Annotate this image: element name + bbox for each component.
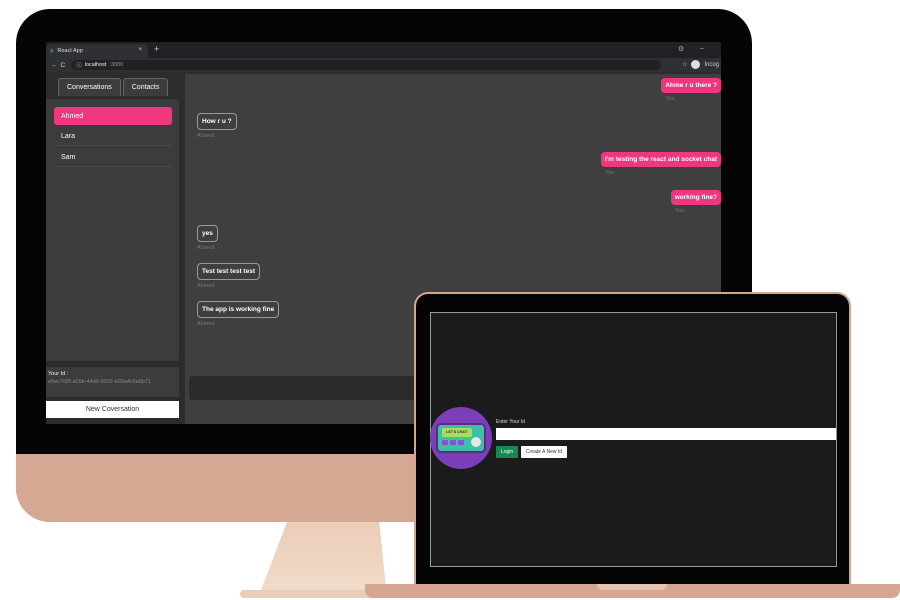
message-incoming: The app is working fine Ahmed [197,298,280,327]
reload-icon[interactable]: C [61,62,66,69]
tab-contacts[interactable]: Contacts [122,78,169,96]
profile-label: Incog [704,61,719,68]
message-bubble: yes [197,225,218,242]
laptop: LET'S CHAT! Enter Your Id Login Create A… [414,292,851,585]
star-icon[interactable]: ☆ [682,61,687,68]
message-sender: Ahmed [197,321,215,327]
pager-icon: LET'S CHAT! [436,423,486,453]
new-conversation-button[interactable]: New Coversation [46,401,179,418]
message-outgoing: I'm testing the react and socket chat Yo… [600,148,721,176]
forward-icon[interactable]: → [50,62,57,69]
logo-buttons [442,440,464,445]
react-icon: ⚛ [49,48,55,55]
message-bubble: I'm testing the react and socket chat [600,152,721,167]
message-outgoing: working fine? You [670,186,721,214]
tab-title: React App [57,48,83,54]
message-bubble: The app is working fine [197,301,280,318]
new-tab-icon[interactable]: + [154,44,159,54]
logo-text: LET'S CHAT! [442,428,472,437]
speaker-icon [471,437,481,447]
message-bubble: Ahme r u there ? [661,78,721,93]
create-new-id-button[interactable]: Create A New Id [521,446,567,458]
conversation-item-lara[interactable]: Lara [54,128,172,146]
tab-conversations[interactable]: Conversations [58,78,121,96]
message-incoming: How r u ? Ahmed [197,110,237,139]
message-bubble: Test test test test [197,263,260,280]
minimize-icon[interactable]: – [700,45,704,52]
browser-address-bar: → C ⓘ localhost:3000 ☆ Incog [46,58,721,72]
message-incoming: yes Ahmed [197,222,218,251]
mockup-stage: ⚛ React App × + ⚙ – → C ⓘ localhost:3000… [0,0,900,600]
message-sender: You [665,96,675,102]
message-sender: Ahmed [197,245,215,251]
message-sender: You [674,208,685,214]
url-port: :3000 [109,62,124,68]
login-id-input[interactable] [496,428,836,440]
extension-icon[interactable]: ⚙ [678,45,684,53]
conversation-item-sam[interactable]: Sam [54,149,172,167]
login-button[interactable]: Login [496,446,518,458]
close-tab-icon[interactable]: × [138,47,142,53]
browser-tab[interactable]: ⚛ React App × [46,44,148,58]
url-host: localhost [84,62,107,68]
laptop-notch [597,584,667,590]
message-bubble: working fine? [670,190,721,205]
lets-chat-logo: LET'S CHAT! [430,407,492,469]
laptop-screen: LET'S CHAT! Enter Your Id Login Create A… [430,312,837,567]
sidebar-tabs: Conversations Contacts [58,78,169,96]
conversation-list: Ahmed Lara Sam [46,99,179,361]
browser-tools: ☆ Incog [682,60,719,69]
message-sender: Ahmed [197,133,215,139]
login-id-label: Enter Your Id [496,419,525,425]
your-id-label: Your Id : [48,371,69,377]
info-icon: ⓘ [76,63,82,69]
message-outgoing: Ahme r u there ? You [661,74,721,102]
your-id-value: e5ec7d2f-a05b-44d0-9002-e03a4c6e6b71 [48,379,152,385]
message-bubble: How r u ? [197,113,237,130]
browser-tab-bar: ⚛ React App × + ⚙ – [46,42,721,58]
your-id-panel: Your Id : e5ec7d2f-a05b-44d0-9002-e03a4c… [46,367,179,397]
message-sender: Ahmed [197,283,215,289]
profile-avatar-icon[interactable] [691,60,701,69]
conversation-item-ahmed[interactable]: Ahmed [54,107,172,125]
url-field[interactable]: ⓘ localhost:3000 [71,60,662,70]
message-sender: You [604,170,615,176]
message-incoming: Test test test test Ahmed [197,260,260,289]
